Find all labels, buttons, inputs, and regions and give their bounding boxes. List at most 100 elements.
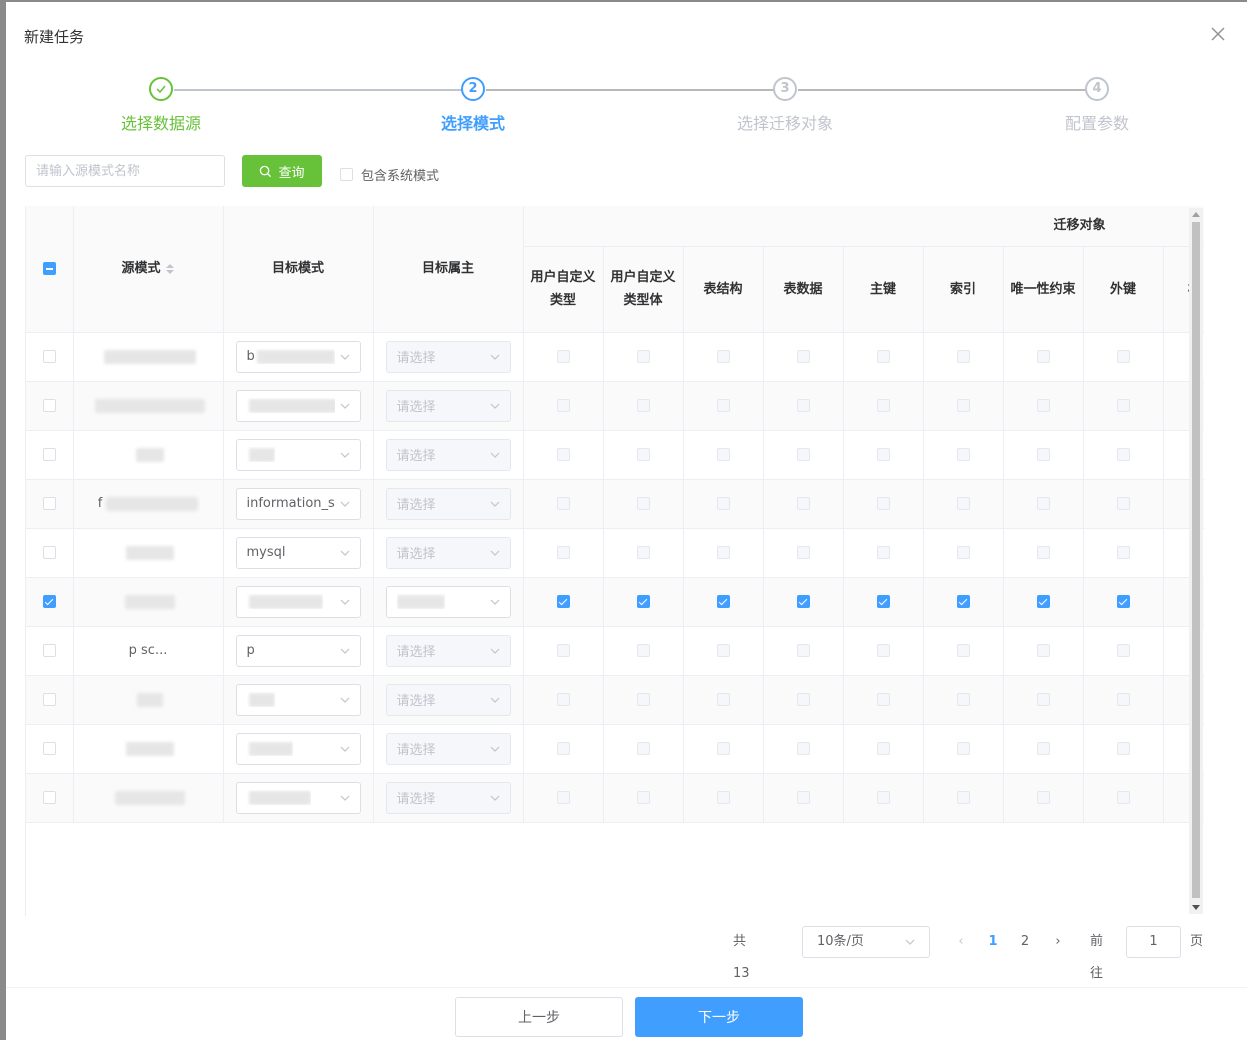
- migration-object-checkbox[interactable]: [636, 595, 650, 608]
- migration-object-checkbox[interactable]: [876, 791, 890, 804]
- target-owner-select[interactable]: 请选择: [385, 389, 511, 422]
- migration-object-checkbox[interactable]: [956, 693, 970, 706]
- target-owner-select[interactable]: 请选择: [385, 438, 511, 471]
- migration-object-checkbox[interactable]: [956, 791, 970, 804]
- migration-object-checkbox[interactable]: [956, 399, 970, 412]
- next-page-icon[interactable]: ›: [1043, 926, 1073, 958]
- migration-object-checkbox[interactable]: [1116, 350, 1130, 363]
- migration-object-checkbox[interactable]: [796, 595, 810, 608]
- migration-object-checkbox[interactable]: [876, 399, 890, 412]
- migration-object-checkbox[interactable]: [956, 546, 970, 559]
- migration-object-checkbox[interactable]: [636, 448, 650, 461]
- row-select-checkbox[interactable]: [42, 448, 56, 461]
- migration-object-checkbox[interactable]: [556, 595, 570, 608]
- migration-object-checkbox[interactable]: [716, 350, 730, 363]
- page-1-button[interactable]: 1: [978, 926, 1008, 958]
- target-owner-select[interactable]: 请选择: [385, 340, 511, 373]
- migration-object-checkbox[interactable]: [716, 644, 730, 657]
- migration-object-checkbox[interactable]: [1036, 350, 1050, 363]
- migration-object-checkbox[interactable]: [1036, 644, 1050, 657]
- migration-object-checkbox[interactable]: [1036, 448, 1050, 461]
- close-icon[interactable]: [1208, 24, 1228, 44]
- schema-search-input[interactable]: [25, 155, 225, 187]
- migration-object-checkbox[interactable]: [556, 350, 570, 363]
- migration-object-checkbox[interactable]: [796, 350, 810, 363]
- migration-object-checkbox[interactable]: [956, 742, 970, 755]
- migration-object-checkbox[interactable]: [876, 350, 890, 363]
- target-owner-select[interactable]: [385, 585, 511, 618]
- next-step-button[interactable]: 下一步: [635, 997, 803, 1037]
- row-select-checkbox[interactable]: [42, 693, 56, 706]
- target-owner-select[interactable]: 请选择: [385, 781, 511, 814]
- target-schema-select[interactable]: mysql: [235, 536, 361, 569]
- table-scrollbar[interactable]: [1189, 208, 1203, 914]
- migration-object-checkbox[interactable]: [636, 742, 650, 755]
- migration-object-checkbox[interactable]: [876, 644, 890, 657]
- migration-object-checkbox[interactable]: [796, 693, 810, 706]
- row-select-checkbox[interactable]: [42, 350, 56, 363]
- row-select-checkbox[interactable]: [42, 742, 56, 755]
- migration-object-checkbox[interactable]: [636, 693, 650, 706]
- target-schema-select[interactable]: b: [235, 340, 361, 373]
- migration-object-checkbox[interactable]: [796, 448, 810, 461]
- migration-object-checkbox[interactable]: [1116, 448, 1130, 461]
- query-button[interactable]: 查询: [242, 155, 322, 187]
- target-schema-select[interactable]: [235, 732, 361, 765]
- include-system-check-box[interactable]: [340, 168, 353, 181]
- row-select-checkbox[interactable]: [42, 497, 56, 510]
- prev-step-button[interactable]: 上一步: [455, 997, 623, 1037]
- row-select-checkbox[interactable]: [42, 595, 56, 608]
- migration-object-checkbox[interactable]: [1116, 791, 1130, 804]
- migration-object-checkbox[interactable]: [636, 791, 650, 804]
- migration-object-checkbox[interactable]: [556, 644, 570, 657]
- migration-object-checkbox[interactable]: [556, 546, 570, 559]
- target-schema-select[interactable]: [235, 389, 361, 422]
- migration-object-checkbox[interactable]: [1116, 497, 1130, 510]
- migration-object-checkbox[interactable]: [1116, 693, 1130, 706]
- migration-object-checkbox[interactable]: [876, 742, 890, 755]
- migration-object-checkbox[interactable]: [876, 693, 890, 706]
- select-all-checkbox[interactable]: [42, 262, 56, 276]
- migration-object-checkbox[interactable]: [1036, 546, 1050, 559]
- migration-object-checkbox[interactable]: [716, 693, 730, 706]
- migration-object-checkbox[interactable]: [796, 644, 810, 657]
- row-select-checkbox[interactable]: [42, 791, 56, 804]
- migration-object-checkbox[interactable]: [956, 350, 970, 363]
- target-schema-select[interactable]: [235, 585, 361, 618]
- migration-object-checkbox[interactable]: [636, 644, 650, 657]
- migration-object-checkbox[interactable]: [1036, 399, 1050, 412]
- scroll-up-arrow-icon[interactable]: [1192, 212, 1200, 217]
- migration-object-checkbox[interactable]: [636, 546, 650, 559]
- migration-object-checkbox[interactable]: [556, 399, 570, 412]
- migration-object-checkbox[interactable]: [1116, 399, 1130, 412]
- migration-object-checkbox[interactable]: [556, 742, 570, 755]
- target-owner-select[interactable]: 请选择: [385, 634, 511, 667]
- migration-object-checkbox[interactable]: [1036, 595, 1050, 608]
- migration-object-checkbox[interactable]: [556, 791, 570, 804]
- target-schema-select[interactable]: information_s: [235, 487, 361, 520]
- migration-object-checkbox[interactable]: [636, 497, 650, 510]
- migration-object-checkbox[interactable]: [956, 644, 970, 657]
- migration-object-checkbox[interactable]: [716, 399, 730, 412]
- target-schema-select[interactable]: p: [235, 634, 361, 667]
- target-owner-select[interactable]: 请选择: [385, 683, 511, 716]
- migration-object-checkbox[interactable]: [956, 497, 970, 510]
- page-2-button[interactable]: 2: [1010, 926, 1040, 958]
- migration-object-checkbox[interactable]: [716, 546, 730, 559]
- migration-object-checkbox[interactable]: [556, 497, 570, 510]
- scroll-down-arrow-icon[interactable]: [1192, 905, 1200, 910]
- migration-object-checkbox[interactable]: [796, 546, 810, 559]
- row-select-checkbox[interactable]: [42, 546, 56, 559]
- migration-object-checkbox[interactable]: [956, 448, 970, 461]
- scrollbar-thumb[interactable]: [1192, 222, 1200, 898]
- migration-object-checkbox[interactable]: [796, 399, 810, 412]
- migration-object-checkbox[interactable]: [1036, 791, 1050, 804]
- migration-object-checkbox[interactable]: [716, 448, 730, 461]
- goto-page-input[interactable]: [1126, 926, 1181, 958]
- prev-page-icon[interactable]: ‹: [946, 926, 976, 958]
- migration-object-checkbox[interactable]: [636, 350, 650, 363]
- row-select-checkbox[interactable]: [42, 399, 56, 412]
- migration-object-checkbox[interactable]: [956, 595, 970, 608]
- migration-object-checkbox[interactable]: [716, 742, 730, 755]
- migration-object-checkbox[interactable]: [1116, 742, 1130, 755]
